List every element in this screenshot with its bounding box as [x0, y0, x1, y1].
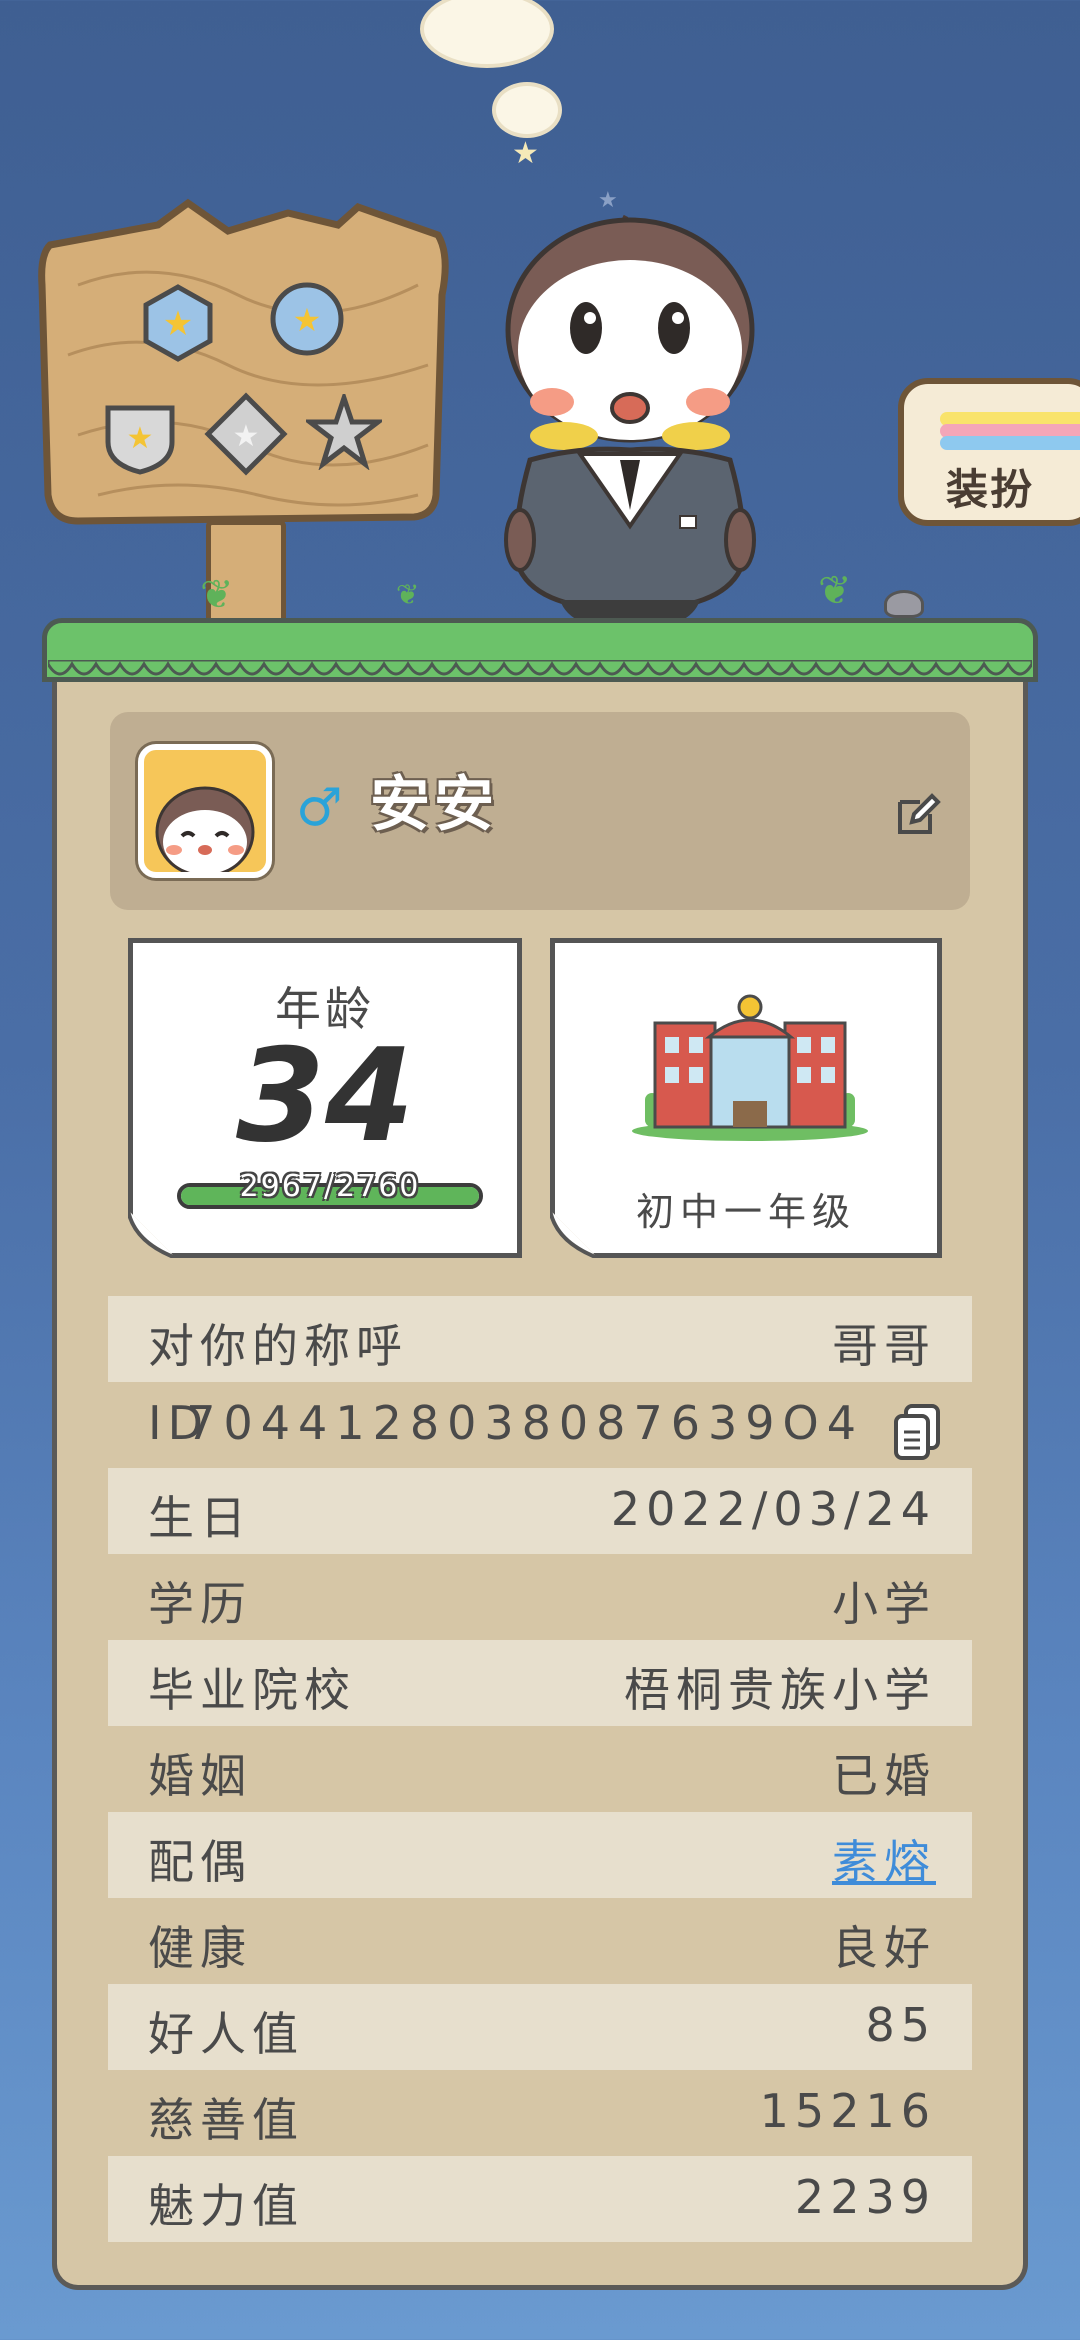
info-value: 2239 — [794, 2170, 936, 2224]
copy-icon[interactable] — [892, 1402, 942, 1462]
info-value: 梧桐贵族小学 — [624, 1663, 936, 1717]
shield-star-badge-icon[interactable]: ★ — [102, 398, 178, 476]
sprout-icon: ❦ — [200, 572, 234, 618]
info-key: 配偶 — [148, 1835, 252, 1889]
info-row-charity: 慈善值 15216 — [108, 2070, 972, 2156]
grass-edge — [48, 660, 1032, 676]
info-row-health: 健康 良好 — [108, 1898, 972, 1984]
age-progress-text: 2967/2760 — [239, 1169, 421, 1204]
svg-text:★: ★ — [293, 301, 322, 339]
age-tile[interactable]: 年龄 34 2967/2760 — [128, 938, 522, 1258]
info-value: 已婚 — [832, 1749, 936, 1803]
flower-star-badge-icon[interactable]: ★ — [268, 280, 346, 358]
diamond-badge-icon[interactable]: ★ — [204, 392, 288, 476]
info-key: 生日 — [148, 1491, 252, 1545]
page-fold-icon — [128, 1210, 176, 1258]
age-value: 34 — [235, 1022, 415, 1171]
male-gender-icon: ♂ — [296, 778, 343, 838]
info-value: 良好 — [832, 1921, 936, 1975]
star-badge-icon[interactable] — [306, 394, 382, 470]
rainbow-icon — [940, 412, 1080, 450]
info-row-id: ID 7044128038087639O4 — [108, 1382, 972, 1468]
info-key: 慈善值 — [148, 2093, 304, 2147]
penguin-character[interactable] — [500, 210, 760, 650]
info-key: 好人值 — [148, 2007, 304, 2061]
svg-text:★: ★ — [163, 304, 193, 344]
info-value: 哥哥 — [832, 1319, 936, 1373]
school-building-icon — [632, 994, 868, 1141]
dressup-button[interactable]: 装扮 — [898, 378, 1080, 526]
info-value: 15216 — [759, 2084, 936, 2138]
hexagon-star-badge-icon[interactable]: ★ — [138, 283, 218, 363]
info-row-charm: 魅力值 2239 — [108, 2156, 972, 2242]
info-value: 7044128038087639O4 — [186, 1396, 864, 1450]
info-row-birthday: 生日 2022/03/24 — [108, 1468, 972, 1554]
info-row-goodness: 好人值 85 — [108, 1984, 972, 2070]
info-value: 小学 — [832, 1577, 936, 1631]
info-row-marriage: 婚姻 已婚 — [108, 1726, 972, 1812]
info-value: 2022/03/24 — [610, 1482, 936, 1536]
info-key: 魅力值 — [148, 2179, 304, 2233]
svg-text:★: ★ — [233, 419, 260, 454]
info-row-spouse: 配偶 素熔 — [108, 1812, 972, 1898]
star-icon: ★ — [512, 136, 539, 171]
info-list: 对你的称呼 哥哥 ID 7044128038087639O4 生日 2022/0… — [108, 1296, 972, 2242]
dressup-label: 装扮 — [946, 465, 1035, 514]
info-row-nickname: 对你的称呼 哥哥 — [108, 1296, 972, 1382]
spouse-link[interactable]: 素熔 — [832, 1826, 936, 1892]
svg-text:★: ★ — [127, 421, 154, 456]
grade-label: 初中一年级 — [635, 1190, 856, 1234]
nickname: 安安 — [370, 770, 498, 840]
info-key: 婚姻 — [148, 1749, 252, 1803]
rock-icon — [884, 590, 924, 618]
edit-icon[interactable] — [894, 790, 942, 838]
avatar[interactable] — [138, 744, 272, 878]
sprout-icon: ❦ — [396, 578, 420, 611]
sprout-icon: ❦ — [818, 568, 852, 614]
info-key: 学历 — [148, 1577, 252, 1631]
page-fold-icon — [550, 1210, 598, 1258]
cloud — [420, 0, 554, 68]
info-key: 毕业院校 — [148, 1663, 356, 1717]
school-tile[interactable]: 初中一年级 — [550, 938, 942, 1258]
info-key: 对你的称呼 — [148, 1319, 408, 1373]
info-value: 85 — [865, 1998, 936, 2052]
info-row-education: 学历 小学 — [108, 1554, 972, 1640]
cloud-small — [492, 82, 562, 138]
info-key: 健康 — [148, 1921, 252, 1975]
info-row-graduated-school: 毕业院校 梧桐贵族小学 — [108, 1640, 972, 1726]
